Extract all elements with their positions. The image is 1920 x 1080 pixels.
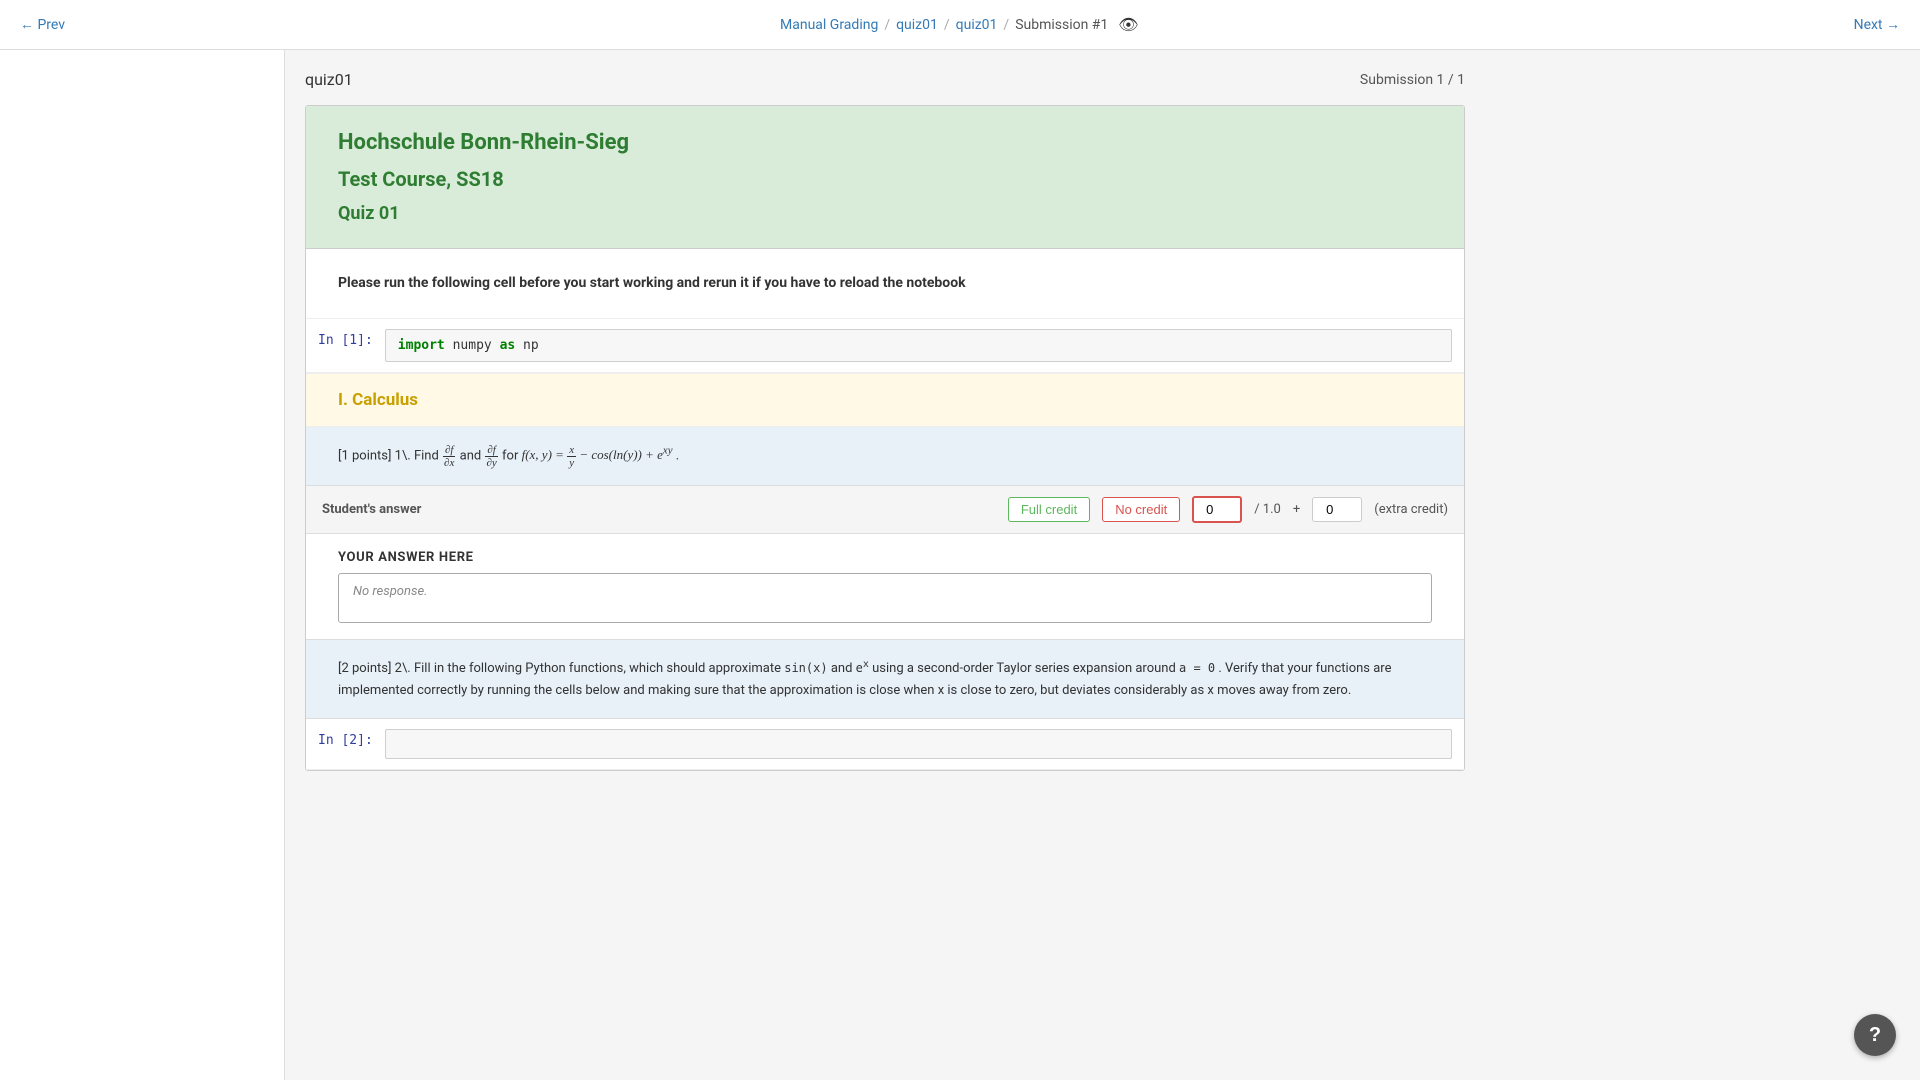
- full-credit-button[interactable]: Full credit: [1008, 497, 1090, 522]
- notebook: Hochschule Bonn-Rhein-Sieg Test Course, …: [305, 105, 1465, 771]
- q1-for: for: [502, 448, 522, 463]
- code-content-1[interactable]: import numpy as np: [385, 329, 1452, 362]
- q2-mid: and: [831, 661, 856, 676]
- score-plus: +: [1293, 502, 1300, 517]
- institution-title: Hochschule Bonn-Rhein-Sieg: [338, 130, 1432, 155]
- code-prompt-1: In [1]:: [306, 325, 385, 356]
- import-alias: np: [523, 338, 539, 353]
- q1-pre: [1 points] 1\. Find: [338, 448, 442, 463]
- question-2-text: [2 points] 2\. Fill in the following Pyt…: [338, 656, 1432, 702]
- q2-a0: a = 0: [1179, 661, 1215, 675]
- q1-partial-x: ∂f∂x: [442, 447, 460, 462]
- answer-header: Student's answer Full credit No credit /…: [306, 486, 1464, 534]
- course-title: Test Course, SS18: [338, 167, 1432, 191]
- next-link[interactable]: Next →: [1854, 17, 1900, 33]
- extra-credit-input[interactable]: [1312, 497, 1362, 522]
- import-keyword: import: [398, 338, 445, 353]
- section-header-cell: I. Calculus: [306, 373, 1464, 427]
- quiz-title: Quiz 01: [338, 203, 1432, 224]
- breadcrumb-sep-2: /: [944, 17, 950, 33]
- breadcrumb-quiz01-2[interactable]: quiz01: [956, 17, 998, 33]
- code-cell-1: In [1]: import numpy as np: [306, 319, 1464, 373]
- q1-period: .: [676, 448, 679, 463]
- question-1-text: [1 points] 1\. Find ∂f∂x and ∂f∂y for f(…: [338, 443, 1432, 469]
- sidebar: [0, 50, 285, 1080]
- code-cell-2: In [2]:: [306, 719, 1464, 770]
- answer-body: YOUR ANSWER HERE No response.: [306, 534, 1464, 639]
- breadcrumb-submission: Submission #1: [1015, 17, 1108, 33]
- question-1-cell: [1 points] 1\. Find ∂f∂x and ∂f∂y for f(…: [306, 427, 1464, 486]
- submission-count: Submission 1 / 1: [1360, 72, 1465, 88]
- top-nav: ← Prev Manual Grading / quiz01 / quiz01 …: [0, 0, 1920, 50]
- q2-ex: ex: [856, 661, 869, 675]
- q1-partial-y: ∂f∂y: [484, 447, 502, 462]
- instructions-cell: Please run the following cell before you…: [306, 249, 1464, 319]
- no-response-box[interactable]: No response.: [338, 573, 1432, 623]
- eye-icon[interactable]: 👁: [1118, 15, 1138, 34]
- q2-post: using a second-order Taylor series expan…: [872, 661, 1179, 676]
- q2-sinx: sin(x): [784, 661, 827, 675]
- score-max: / 1.0: [1254, 502, 1281, 517]
- your-answer-label: YOUR ANSWER HERE: [338, 550, 1432, 565]
- page-layout: quiz01 Submission 1 / 1 Hochschule Bonn-…: [0, 50, 1920, 1080]
- instructions-text: Please run the following cell before you…: [338, 273, 1432, 294]
- score-input[interactable]: [1192, 496, 1242, 523]
- code-content-2[interactable]: [385, 729, 1452, 759]
- help-button[interactable]: ?: [1854, 1014, 1896, 1056]
- no-credit-button[interactable]: No credit: [1102, 497, 1180, 522]
- submission-header: quiz01 Submission 1 / 1: [305, 70, 1465, 89]
- student-answer-label: Student's answer: [322, 502, 996, 517]
- breadcrumb: Manual Grading / quiz01 / quiz01 / Submi…: [780, 15, 1139, 34]
- prev-link[interactable]: ← Prev: [20, 16, 65, 33]
- breadcrumb-sep-1: /: [884, 17, 890, 33]
- import-module: numpy: [453, 338, 500, 353]
- breadcrumb-manual-grading[interactable]: Manual Grading: [780, 17, 878, 33]
- quiz-name: quiz01: [305, 70, 353, 89]
- main-content: quiz01 Submission 1 / 1 Hochschule Bonn-…: [285, 50, 1485, 1080]
- section-label: I. Calculus: [338, 390, 1432, 410]
- q1-and: and: [460, 448, 485, 463]
- question-2-cell: [2 points] 2\. Fill in the following Pyt…: [306, 640, 1464, 719]
- answer-1-cell: Student's answer Full credit No credit /…: [306, 486, 1464, 640]
- code-prompt-2: In [2]:: [306, 725, 385, 756]
- breadcrumb-sep-3: /: [1003, 17, 1009, 33]
- q1-func: f(x, y) = xy − cos(ln(y)) + exy: [522, 447, 676, 462]
- header-cell: Hochschule Bonn-Rhein-Sieg Test Course, …: [306, 106, 1464, 249]
- extra-credit-label: (extra credit): [1374, 502, 1448, 517]
- as-keyword: as: [500, 338, 516, 353]
- q2-pre: [2 points] 2\. Fill in the following Pyt…: [338, 661, 784, 676]
- breadcrumb-quiz01-1[interactable]: quiz01: [896, 17, 938, 33]
